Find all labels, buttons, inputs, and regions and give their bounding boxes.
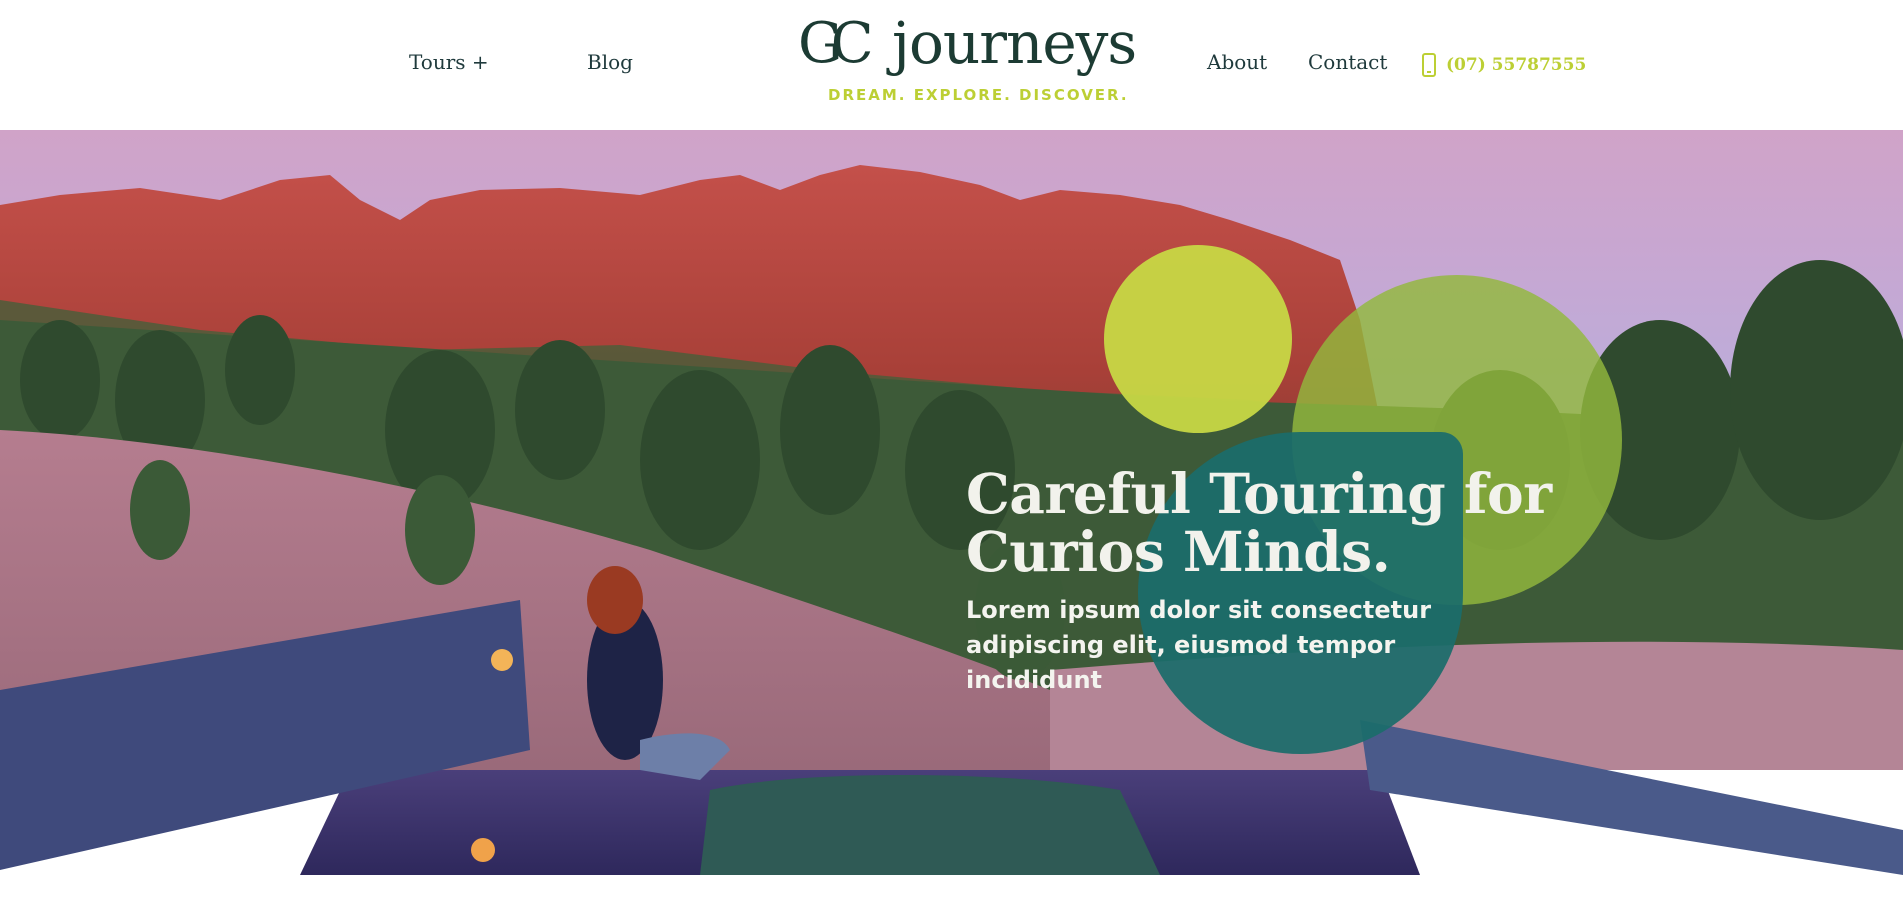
logo-tagline: DREAM. EXPLORE. DISCOVER.: [828, 86, 1129, 104]
site-logo[interactable]: GC journeys DREAM. EXPLORE. DISCOVER.: [796, 11, 1137, 109]
hero-heading: Careful Touring for Curios Minds.: [966, 465, 1586, 581]
logo-mark: GC: [798, 11, 874, 76]
decorative-circle-lime: [1104, 245, 1292, 433]
phone-number: (07) 55787555: [1446, 55, 1587, 75]
hero-landscape: [0, 260, 1903, 875]
nav-tours-menu[interactable]: Tours +: [409, 50, 489, 74]
nav-about-link[interactable]: About: [1207, 50, 1267, 74]
hero-subtitle: Lorem ipsum dolor sit consectetur adipis…: [966, 593, 1526, 698]
page-below-hero: [0, 875, 1903, 904]
hero-subtitle-line-2: adipiscing elit, eiusmod tempor incididu…: [966, 631, 1396, 694]
nav-blog-link[interactable]: Blog: [587, 50, 633, 74]
hero-heading-line-2: Curios Minds.: [966, 519, 1391, 584]
phone-link[interactable]: (07) 55787555: [1422, 53, 1586, 77]
site-header: Tours + Blog GC journeys DREAM. EXPLORE.…: [0, 0, 1903, 130]
nav-contact-link[interactable]: Contact: [1308, 50, 1387, 74]
hero-section: Careful Touring for Curios Minds. Lorem …: [0, 130, 1903, 875]
mobile-phone-icon: [1422, 53, 1436, 77]
hero-heading-line-1: Careful Touring for: [966, 461, 1552, 526]
logo-wordmark: journeys: [892, 9, 1137, 77]
hero-subtitle-line-1: Lorem ipsum dolor sit consectetur: [966, 596, 1432, 624]
